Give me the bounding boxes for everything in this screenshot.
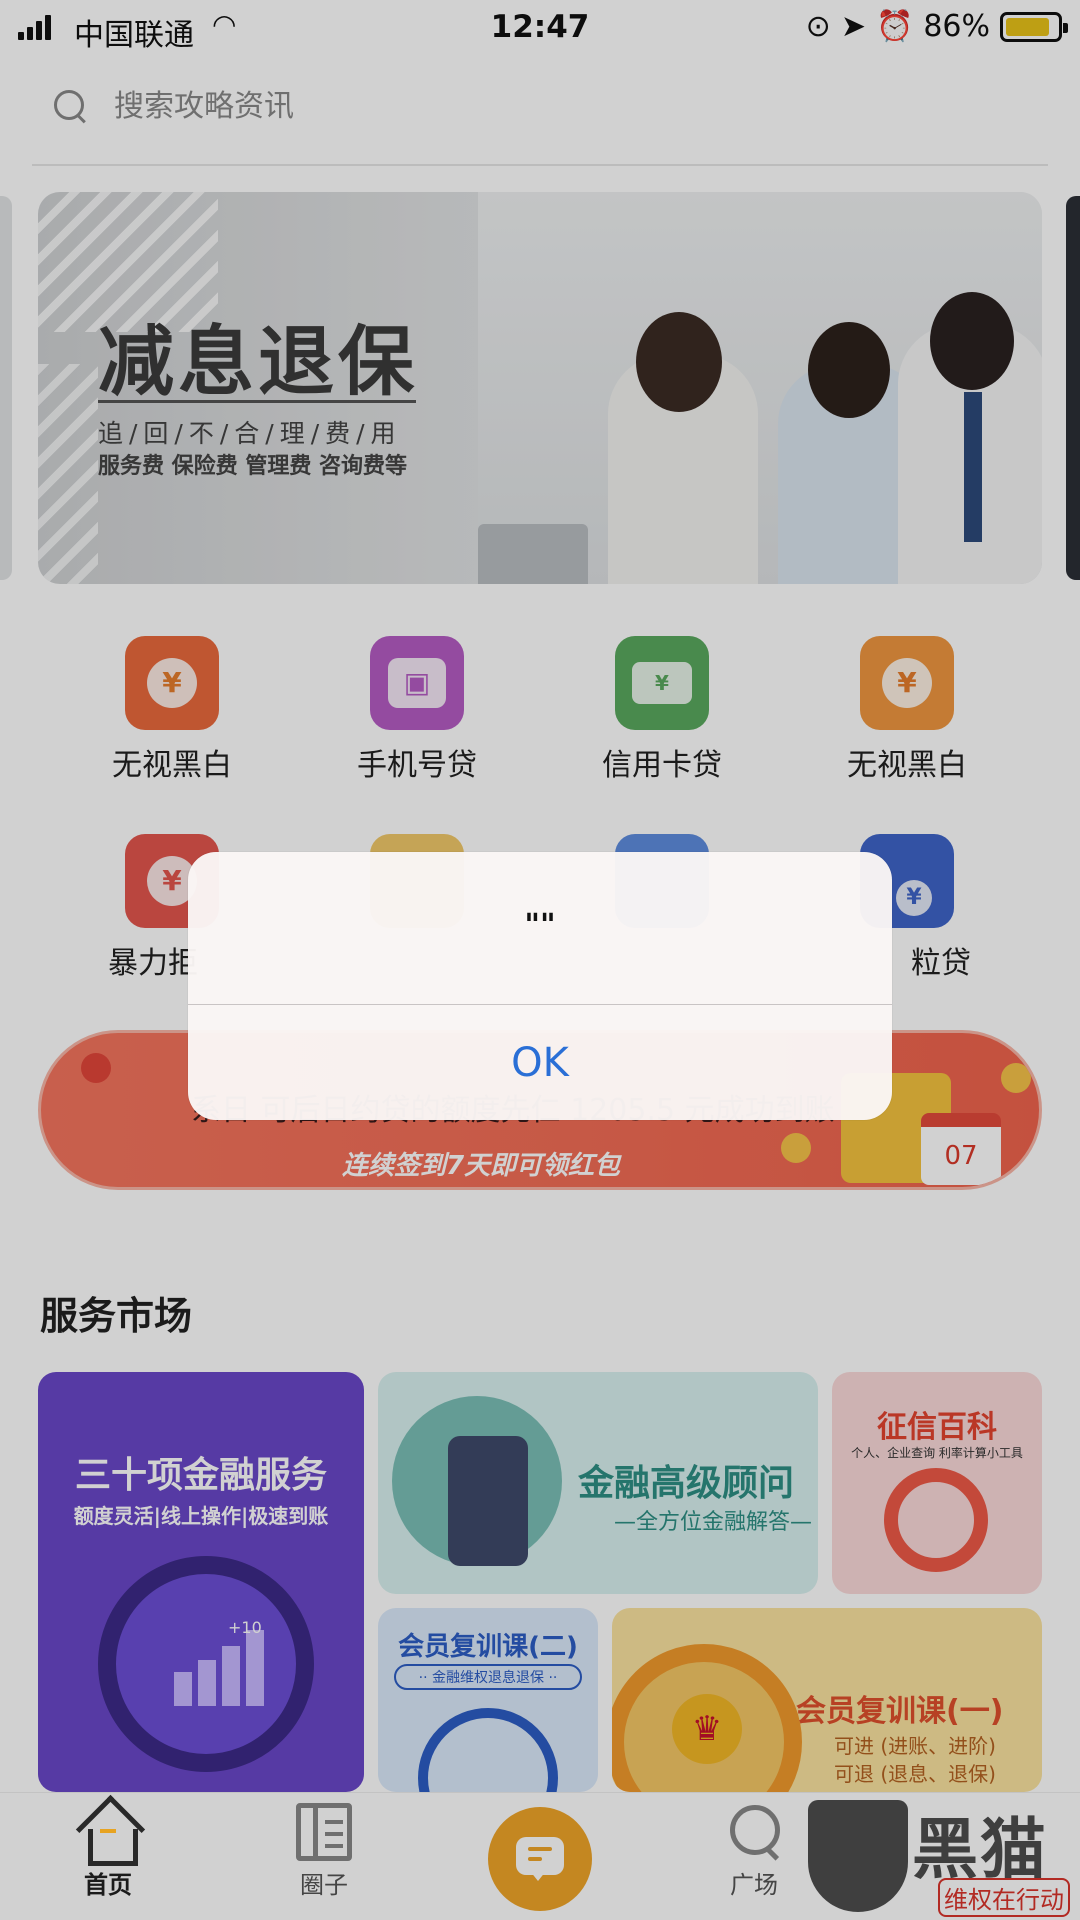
ok-button[interactable]: OK: [188, 1005, 892, 1120]
alert-message: "": [524, 908, 556, 943]
screen: 中国联通 ◠ 12:47 ⊙ ➤ ⏰ 86% 减息退保 追/回/不/合/理/费/…: [0, 0, 1080, 1920]
alert-dialog: "" OK: [188, 852, 892, 1120]
